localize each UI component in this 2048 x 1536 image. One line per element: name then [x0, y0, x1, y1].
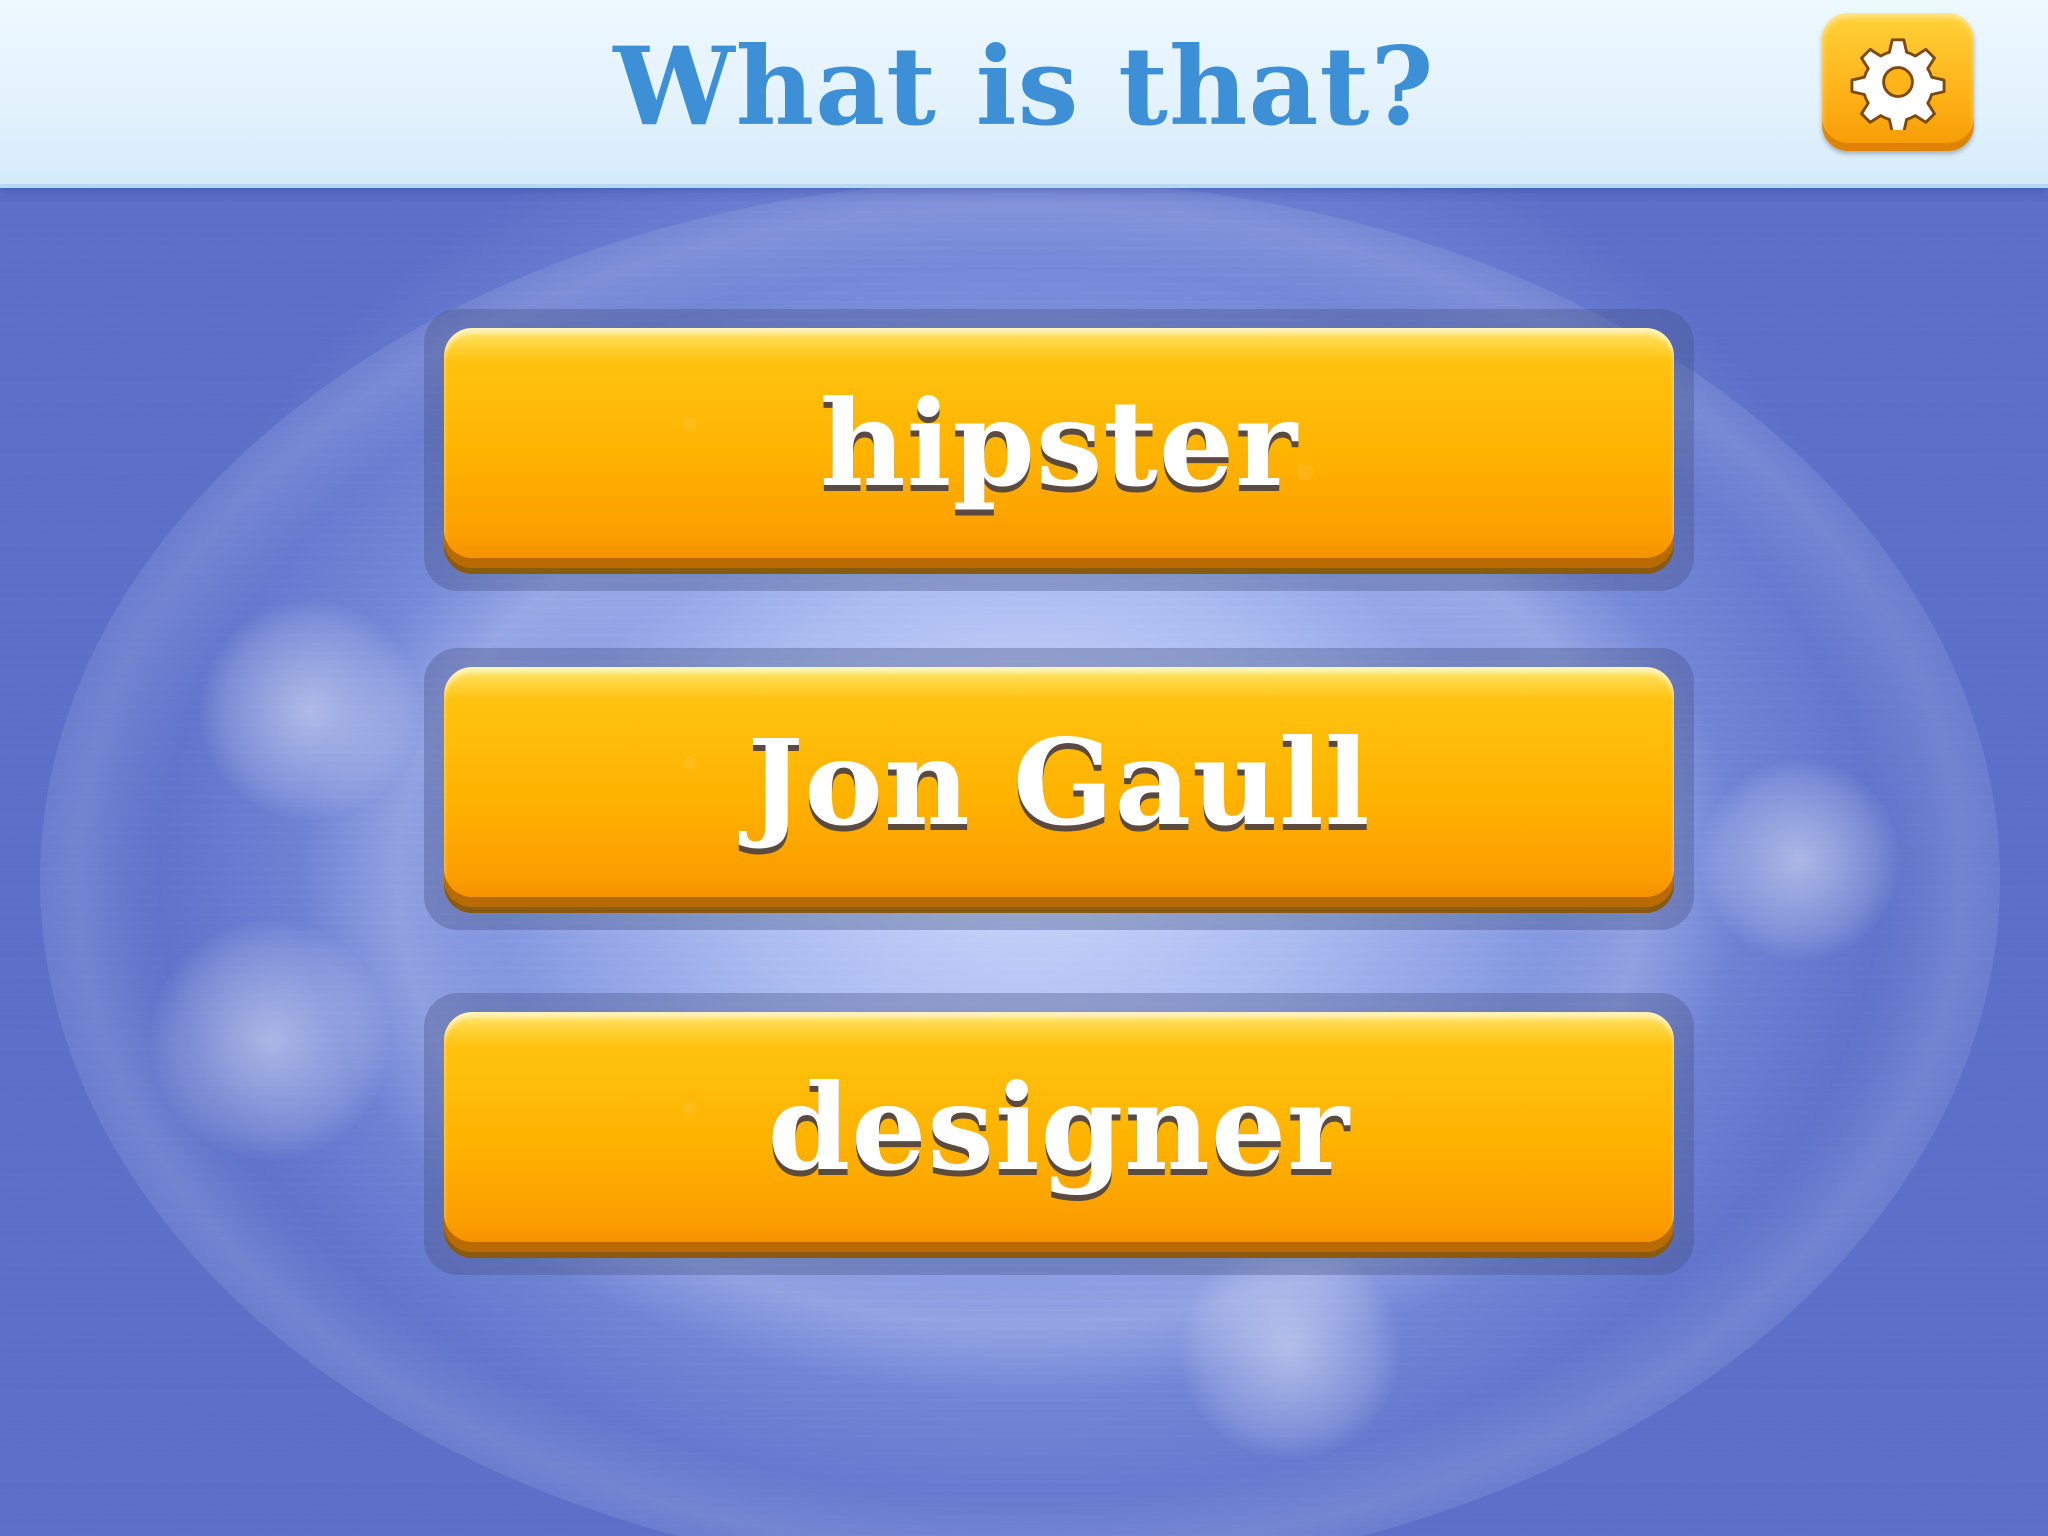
answer-label: hipster [819, 373, 1299, 513]
answer-button-1[interactable]: hipster [444, 328, 1674, 568]
question-title: What is that? [613, 24, 1435, 150]
answer-button-3[interactable]: designer [444, 1012, 1674, 1252]
settings-button[interactable] [1822, 13, 1974, 151]
answer-button-2[interactable]: Jon Gaull [444, 667, 1674, 907]
background-bokeh [1700, 760, 1900, 960]
background-bokeh [200, 600, 420, 820]
gear-icon [1850, 38, 1946, 130]
answer-label: Jon Gaull [747, 712, 1371, 852]
background-bokeh [150, 920, 390, 1160]
top-bar: What is that? [0, 0, 2048, 188]
answer-label: designer [767, 1057, 1351, 1197]
